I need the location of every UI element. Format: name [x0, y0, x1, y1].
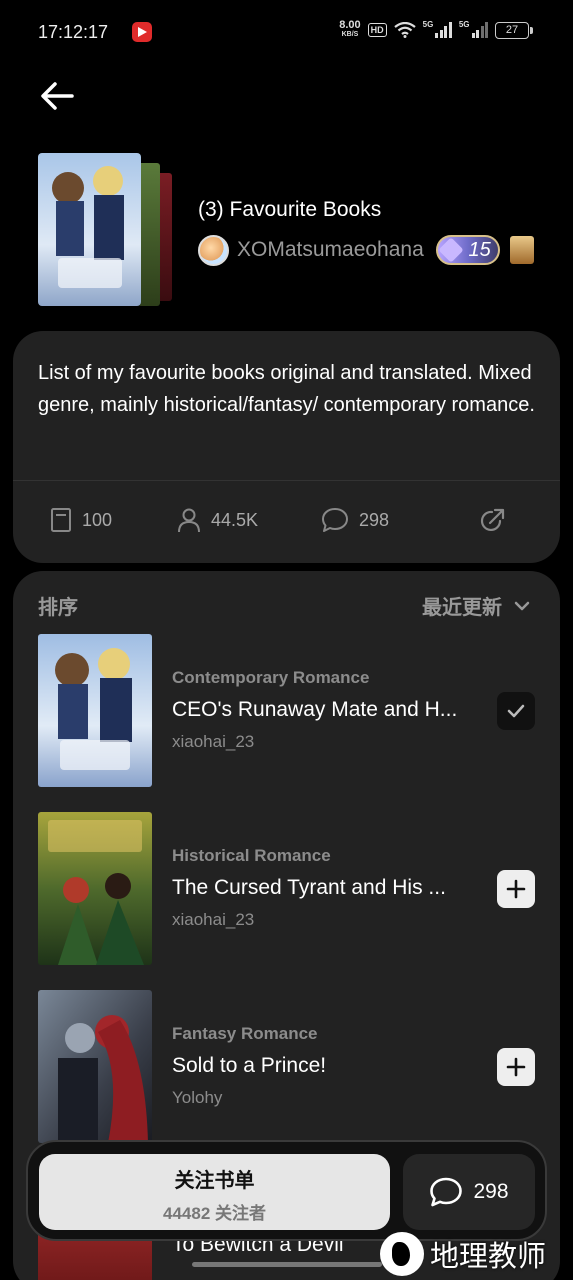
hd-icon: HD: [367, 23, 387, 37]
back-button[interactable]: [38, 78, 78, 114]
book-author: xiaohai_23: [172, 910, 255, 929]
add-to-library-button[interactable]: [497, 1048, 535, 1086]
stack-cover-1: [38, 153, 141, 306]
booklist-author[interactable]: XOMatsumaeohana 15: [198, 233, 534, 267]
comment-icon: [322, 508, 348, 532]
network-type-2: 5G: [458, 20, 470, 29]
globe-logo-icon: [380, 1232, 424, 1276]
book-cover[interactable]: [38, 812, 152, 965]
comments-button[interactable]: 298: [403, 1154, 535, 1230]
book-cover[interactable]: [38, 634, 152, 787]
list-item[interactable]: Historical Romance The Cursed Tyrant and…: [38, 812, 538, 965]
stack-cover-2: [138, 163, 160, 306]
add-to-library-button[interactable]: [497, 870, 535, 908]
plus-icon: [506, 1057, 526, 1077]
watermark-text: 地理教师: [430, 1239, 547, 1273]
sort-dropdown[interactable]: 最近更新: [422, 591, 530, 620]
sort-label: 排序: [38, 597, 78, 619]
network-speed: 8.00 KB/S: [339, 20, 360, 40]
signal-icon-1: [435, 22, 452, 38]
book-genre: Historical Romance: [172, 846, 331, 865]
added-to-library-button[interactable]: [497, 692, 535, 730]
book-cover[interactable]: [38, 990, 152, 1143]
comments-count[interactable]: 298: [473, 1180, 508, 1204]
book-icon: [51, 508, 71, 532]
books-count: 100: [82, 509, 113, 530]
wifi-icon: [393, 22, 416, 38]
status-icons: 8.00 KB/S HD 5G 5G 27: [339, 20, 533, 40]
network-speed-value: 8.00: [339, 19, 361, 31]
book-author: Yolohy: [172, 1088, 223, 1107]
arrow-left-icon: [41, 82, 74, 110]
signal-icon-2: [471, 22, 488, 38]
books-count-stat: 100: [50, 507, 112, 533]
share-icon: [480, 508, 505, 532]
sort-value[interactable]: 最近更新: [422, 591, 502, 620]
network-type-1: 5G: [422, 20, 434, 29]
home-indicator[interactable]: [192, 1262, 382, 1267]
check-icon: [507, 704, 525, 718]
person-icon: [178, 508, 200, 533]
comments-stat[interactable]: 298: [321, 507, 389, 533]
comments-count[interactable]: 298: [359, 510, 389, 531]
comment-icon: [430, 1177, 463, 1207]
author-name[interactable]: XOMatsumaeohana: [237, 238, 424, 262]
video-app-icon: [132, 22, 152, 42]
book-title[interactable]: The Cursed Tyrant and His ...: [172, 876, 472, 900]
book-author: xiaohai_23: [172, 732, 255, 751]
status-bar: 17:12:17 8.00 KB/S HD 5G 5G 27: [0, 0, 573, 64]
watermark: 地理教师: [380, 1232, 546, 1276]
status-time: 17:12:17: [38, 22, 109, 42]
book-title[interactable]: Sold to a Prince!: [172, 1054, 472, 1078]
share-button[interactable]: [478, 507, 506, 535]
network-speed-unit: KB/S: [341, 31, 359, 38]
medal-icon: [509, 236, 534, 264]
booklist-cover-stack: [38, 153, 178, 308]
divider: [13, 480, 560, 481]
chevron-down-icon: [514, 601, 530, 610]
book-genre: Fantasy Romance: [172, 1024, 318, 1043]
list-item[interactable]: Fantasy Romance Sold to a Prince! Yolohy: [38, 990, 538, 1143]
battery-icon: 27: [495, 21, 533, 39]
book-genre: Contemporary Romance: [172, 668, 370, 687]
followers-stat: 44.5K: [177, 507, 258, 533]
booklist-title: (3) Favourite Books: [198, 198, 382, 221]
list-item[interactable]: Contemporary Romance CEO's Runaway Mate …: [38, 634, 538, 787]
description-card: List of my favourite books original and …: [13, 331, 560, 563]
plus-icon: [506, 879, 526, 899]
follow-label[interactable]: 关注书单: [39, 1164, 390, 1193]
level-badge: 15: [435, 235, 500, 265]
avatar[interactable]: [198, 234, 229, 266]
bottom-action-bar: 关注书单 44482 关注者 298: [26, 1140, 547, 1241]
followers-count-label: 44482 关注者: [163, 1204, 266, 1223]
book-title[interactable]: CEO's Runaway Mate and H...: [172, 698, 472, 722]
booklist-description: List of my favourite books original and …: [38, 362, 535, 416]
follow-booklist-button[interactable]: 关注书单 44482 关注者: [39, 1154, 390, 1230]
followers-count: 44.5K: [211, 509, 259, 530]
